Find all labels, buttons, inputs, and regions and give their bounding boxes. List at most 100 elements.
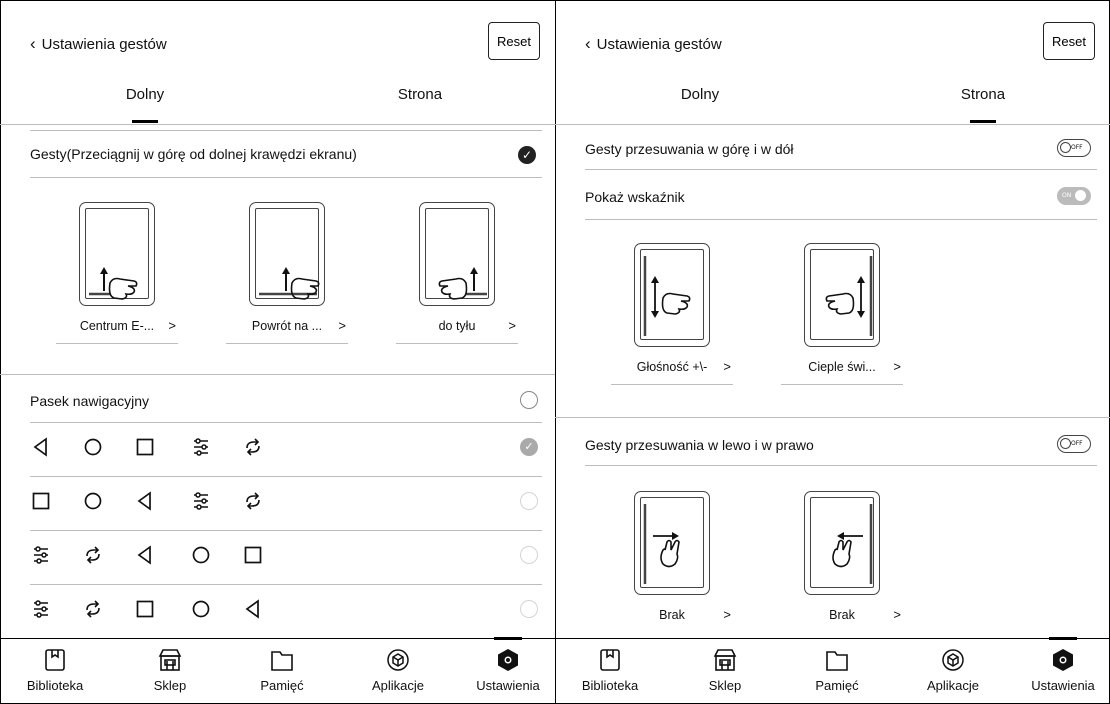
gesture-label-row: do tyłu > xyxy=(392,316,522,344)
tab-strona[interactable]: Strona xyxy=(923,86,1043,123)
bottom-nav-biblioteka[interactable]: Biblioteka xyxy=(10,647,100,693)
header: ‹ Ustawienia gestów Reset xyxy=(555,22,1110,66)
refresh-icon xyxy=(242,490,264,512)
bottom-nav-pami[interactable]: Pamięć xyxy=(237,647,327,693)
navbar-toggle-radio[interactable] xyxy=(520,391,538,409)
settings-hex-icon xyxy=(1050,647,1076,673)
option-radio[interactable] xyxy=(520,600,538,618)
gesture-option-3[interactable]: do tyłu > xyxy=(392,202,522,344)
folder-icon xyxy=(824,647,850,673)
home-circle-icon xyxy=(190,598,212,620)
reset-button[interactable]: Reset xyxy=(488,22,540,60)
gesture-label: do tyłu xyxy=(438,319,476,333)
gesture-preview-swipe-up-left xyxy=(79,202,155,306)
gesture-preview-slide-vertical-right xyxy=(804,243,880,347)
option-radio[interactable] xyxy=(520,546,538,564)
store-icon xyxy=(712,647,738,673)
divider xyxy=(30,530,542,531)
tab-dolny[interactable]: Dolny xyxy=(85,86,205,123)
bottom-nav-ustawienia[interactable]: Ustawienia xyxy=(463,637,553,693)
gesture-preview-swipe-left xyxy=(804,491,880,595)
bottom-nav-label: Sklep xyxy=(153,678,187,693)
bottom-nav-aplikacje[interactable]: Aplikacje xyxy=(908,647,998,693)
library-icon xyxy=(597,647,623,673)
chevron-right-icon: > xyxy=(508,318,516,333)
bottom-nav-sklep[interactable]: Sklep xyxy=(125,647,215,693)
gesture-label-row: Brak > xyxy=(777,605,907,625)
apps-cube-icon xyxy=(385,647,411,673)
selected-radio[interactable]: ✓ xyxy=(520,438,538,456)
right-panel: ‹ Ustawienia gestów Reset Dolny Strona G… xyxy=(555,0,1110,704)
tab-label: Strona xyxy=(960,86,1006,103)
side-gesture-option-2[interactable]: Cieple świ... > xyxy=(777,243,907,385)
gestures-section-label: Gesty(Przeciągnij w górę od dolnej krawę… xyxy=(30,146,357,162)
gesture-preview-swipe-up-right xyxy=(419,202,495,306)
gesture-option-2[interactable]: Powrót na ... > xyxy=(222,202,352,344)
chevron-left-icon: ‹ xyxy=(585,34,591,53)
refresh-icon xyxy=(242,436,264,458)
gesture-label: Brak xyxy=(659,608,685,622)
nav-layout-row[interactable] xyxy=(30,586,542,634)
nav-layout-row[interactable] xyxy=(30,478,542,526)
refresh-icon xyxy=(82,598,104,620)
bottom-nav-sklep[interactable]: Sklep xyxy=(680,647,770,693)
active-indicator xyxy=(494,637,522,640)
bottom-nav-biblioteka[interactable]: Biblioteka xyxy=(565,647,655,693)
library-icon xyxy=(42,647,68,673)
back-triangle-icon xyxy=(242,598,264,620)
gesture-option-1[interactable]: Centrum E-... > xyxy=(52,202,182,344)
gesture-label: Brak xyxy=(829,608,855,622)
bottom-nav-aplikacje[interactable]: Aplikacje xyxy=(353,647,443,693)
sliders-icon xyxy=(190,490,212,512)
show-indicator-label: Pokaż wskaźnik xyxy=(585,189,685,205)
gesture-label: Powrót na ... xyxy=(251,319,323,333)
tab-label: Strona xyxy=(397,86,443,103)
chevron-right-icon: > xyxy=(893,359,901,374)
back-triangle-icon xyxy=(134,544,156,566)
divider xyxy=(30,130,542,131)
leftright-gestures-toggle[interactable]: OFF xyxy=(1057,435,1091,453)
bottom-nav-bar: Biblioteka Sklep Pamięć Aplikacje Ustawienia xyxy=(0,637,555,704)
gesture-label: Cieple świ... xyxy=(808,360,876,374)
square-icon xyxy=(242,544,264,566)
divider xyxy=(0,374,555,375)
option-radio[interactable] xyxy=(520,492,538,510)
bottom-nav-label: Aplikacje xyxy=(371,678,425,693)
gesture-label: Głośność +\- xyxy=(636,360,708,374)
tab-label: Dolny xyxy=(680,86,720,103)
bottom-nav-bar: Biblioteka Sklep Pamięć Aplikacje Ustawienia xyxy=(555,637,1110,704)
tab-dolny[interactable]: Dolny xyxy=(640,86,760,123)
gesture-label-row: Głośność +\- > xyxy=(607,357,737,385)
bottom-nav-label: Ustawienia xyxy=(1031,678,1095,693)
side-gesture-option-1[interactable]: Głośność +\- > xyxy=(607,243,737,385)
lr-gesture-option-2[interactable]: Brak > xyxy=(777,491,907,625)
divider xyxy=(585,465,1097,466)
gesture-label-row: Cieple świ... > xyxy=(777,357,907,385)
square-icon xyxy=(134,598,156,620)
store-icon xyxy=(157,647,183,673)
gesture-label-row: Centrum E-... > xyxy=(52,316,182,344)
tab-bar: Dolny Strona xyxy=(0,86,555,123)
bottom-nav-ustawienia[interactable]: Ustawienia xyxy=(1018,637,1108,693)
back-button[interactable]: ‹ Ustawienia gestów xyxy=(585,34,722,53)
nav-layout-row[interactable]: ✓ xyxy=(30,424,542,472)
tab-indicator xyxy=(407,120,433,123)
divider xyxy=(0,124,555,125)
home-circle-icon xyxy=(190,544,212,566)
reset-button[interactable]: Reset xyxy=(1043,22,1095,60)
bottom-nav-pami[interactable]: Pamięć xyxy=(792,647,882,693)
gesture-preview-swipe-up-center xyxy=(249,202,325,306)
divider xyxy=(555,124,1110,125)
nav-layout-row[interactable] xyxy=(30,532,542,580)
updown-gestures-label: Gesty przesuwania w górę i w dół xyxy=(585,141,794,157)
lr-gesture-option-1[interactable]: Brak > xyxy=(607,491,737,625)
gesture-preview-swipe-right xyxy=(634,491,710,595)
bottom-nav-label: Biblioteka xyxy=(26,678,84,693)
back-button[interactable]: ‹ Ustawienia gestów xyxy=(30,35,167,53)
gestures-checked-icon[interactable]: ✓ xyxy=(518,146,536,164)
page-title: Ustawienia gestów xyxy=(41,36,167,53)
updown-gestures-toggle[interactable]: OFF xyxy=(1057,139,1091,157)
divider xyxy=(30,177,542,178)
show-indicator-toggle[interactable]: ON xyxy=(1057,187,1091,205)
tab-strona[interactable]: Strona xyxy=(360,86,480,123)
